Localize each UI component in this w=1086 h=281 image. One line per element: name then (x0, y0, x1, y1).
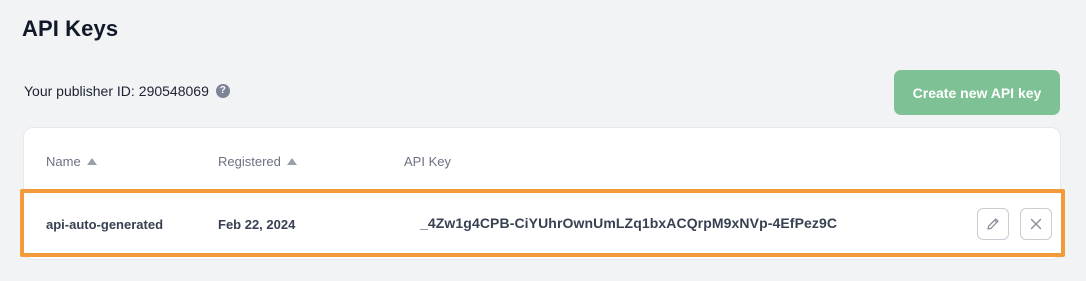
sort-ascending-icon (86, 158, 97, 165)
publisher-id-label: Your publisher ID: (24, 83, 135, 99)
create-api-key-button[interactable]: Create new API key (894, 70, 1060, 115)
column-header-label: Registered (218, 154, 281, 169)
column-header-label: API Key (404, 154, 451, 169)
column-header-name[interactable]: Name (46, 154, 97, 169)
column-header-label: Name (46, 154, 81, 169)
api-key-value-cell: _4Zw1g4CPB-CiYUhrOwnUmLZq1bxACQrpM9xNVp-… (420, 215, 838, 231)
page-title: API Keys (22, 16, 119, 41)
delete-key-button[interactable] (1020, 208, 1052, 240)
publisher-id-row: Your publisher ID: 290548069 ? (24, 83, 230, 99)
column-header-registered[interactable]: Registered (218, 154, 297, 169)
publisher-id-value: 290548069 (138, 83, 209, 99)
pencil-icon (987, 218, 999, 230)
table-row: api-auto-generated Feb 22, 2024 _4Zw1g4C… (20, 189, 1065, 257)
registered-date-cell: Feb 22, 2024 (218, 217, 296, 232)
edit-key-button[interactable] (977, 208, 1009, 240)
column-header-api-key: API Key (404, 154, 451, 169)
sort-ascending-icon (286, 158, 297, 165)
close-icon (1030, 218, 1042, 230)
api-keys-page: API Keys Your publisher ID: 290548069 ? … (0, 0, 1086, 281)
question-circle-icon[interactable]: ? (215, 84, 230, 98)
key-name-cell: api-auto-generated (46, 217, 164, 232)
